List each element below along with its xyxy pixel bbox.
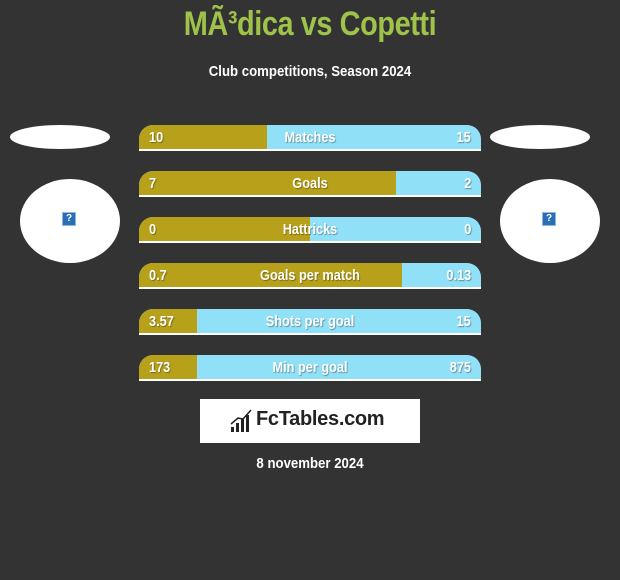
left-value: 7 xyxy=(149,175,157,192)
stat-label: Shots per goal xyxy=(265,313,355,330)
right-team-badge xyxy=(490,125,590,149)
stat-label: Goals xyxy=(292,175,328,192)
stat-label: Matches xyxy=(284,129,336,146)
left-value: 10 xyxy=(149,129,164,146)
stat-row: 0.7 Goals per match 0.13 xyxy=(139,263,481,289)
fctables-logo[interactable]: FcTables.com xyxy=(200,399,420,443)
broken-image-icon: ? xyxy=(542,212,556,226)
broken-image-icon: ? xyxy=(62,212,76,226)
stat-row: 173 Min per goal 875 xyxy=(139,355,481,381)
right-value: 875 xyxy=(449,359,471,376)
right-player-photo: ? xyxy=(500,179,600,263)
page-title: MÃ³dica vs Copetti xyxy=(183,5,437,43)
logo-text: FcTables.com xyxy=(256,408,385,430)
right-value: 0 xyxy=(463,221,471,238)
bar-chart-icon xyxy=(230,409,252,432)
left-value: 0 xyxy=(149,221,157,238)
right-value: 15 xyxy=(456,129,471,146)
stat-row: 0 Hattricks 0 xyxy=(139,217,481,243)
right-value: 15 xyxy=(456,313,471,330)
right-value: 2 xyxy=(463,175,471,192)
right-value: 0.13 xyxy=(446,267,471,284)
page-subtitle: Club competitions, Season 2024 xyxy=(208,63,412,80)
stat-label: Min per goal xyxy=(272,359,348,376)
stat-row: 7 Goals 2 xyxy=(139,171,481,197)
stat-label: Hattricks xyxy=(282,221,338,238)
date-label: 8 november 2024 xyxy=(256,455,364,472)
left-player-photo: ? xyxy=(20,179,120,263)
stat-label: Goals per match xyxy=(260,267,360,284)
left-team-badge xyxy=(10,125,110,149)
stat-row: 3.57 Shots per goal 15 xyxy=(139,309,481,335)
stat-row: 10 Matches 15 xyxy=(139,125,481,151)
